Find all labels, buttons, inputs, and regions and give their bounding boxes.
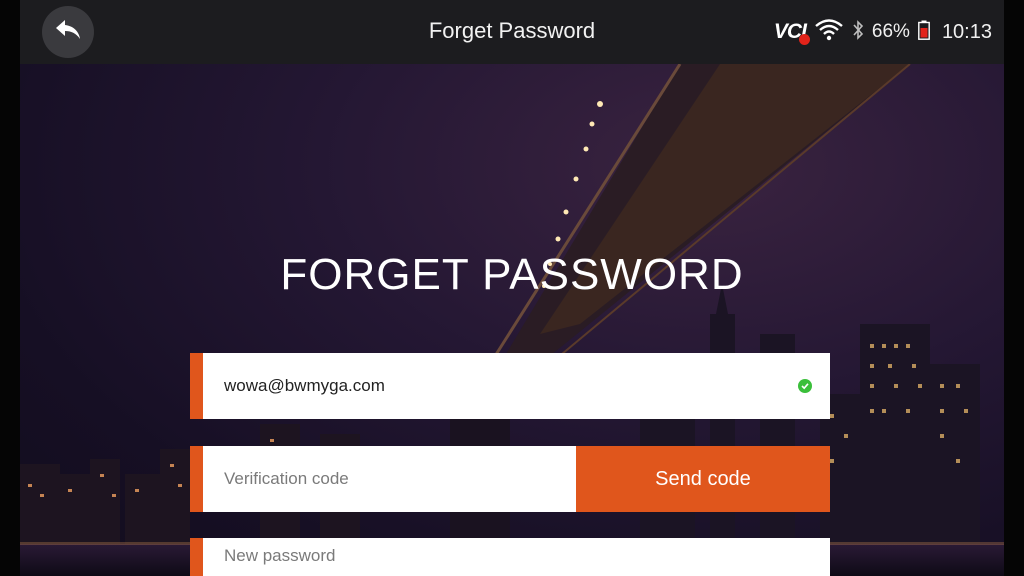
field-accent-bar: [190, 353, 203, 419]
status-bar: VCI 66% 10:13: [774, 18, 992, 46]
battery-percent: 66%: [871, 21, 910, 42]
screen-edge-left: [0, 0, 20, 576]
new-password-field: [190, 538, 830, 576]
screen-edge-right: [1004, 0, 1024, 576]
email-field: [190, 353, 830, 419]
send-code-button[interactable]: Send code: [576, 446, 830, 512]
bluetooth-icon: [852, 19, 864, 45]
new-password-input[interactable]: [222, 545, 766, 567]
battery-icon: [918, 20, 930, 45]
check-circle-icon: [798, 379, 812, 393]
clock: 10:13: [941, 20, 992, 43]
headline: FORGET PASSWORD: [280, 250, 744, 299]
wifi-icon: [814, 18, 844, 47]
screen: Forget Password VCI 66% 10:13 FORGET PAS…: [0, 0, 1024, 576]
back-arrow-icon: [54, 18, 82, 47]
verification-code-input[interactable]: [222, 468, 566, 490]
field-accent-bar: [190, 538, 203, 576]
top-bar: Forget Password VCI 66% 10:13: [20, 0, 1004, 64]
field-accent-bar: [190, 446, 203, 512]
back-button[interactable]: [42, 6, 94, 58]
vci-disconnected-icon: [798, 34, 810, 45]
vci-status: VCI: [774, 20, 810, 45]
email-input[interactable]: [222, 375, 766, 397]
